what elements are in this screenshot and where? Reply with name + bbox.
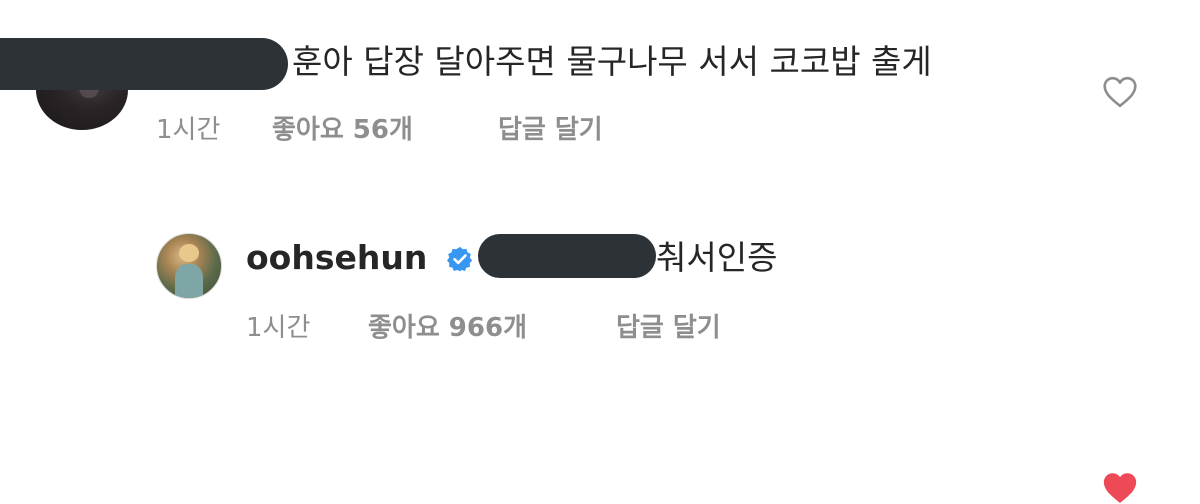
comment-item: oohsehun 춰서인증 1시간 좋아요 966개 답글 달기: [0, 200, 1200, 503]
redacted-username: [0, 38, 288, 90]
comment-meta: 1시간 좋아요 966개 답글 달기: [246, 308, 721, 348]
avatar[interactable]: [156, 233, 222, 299]
redacted-mention: [478, 234, 656, 278]
likes-count-link[interactable]: 좋아요 56개: [272, 110, 498, 150]
heart-filled-icon[interactable]: [1102, 472, 1138, 504]
reply-button[interactable]: 답글 달기: [616, 308, 721, 348]
comment-text: 훈아 답장 달아주면 물구나무 서서 코코밥 출게: [292, 42, 932, 81]
likes-count-link[interactable]: 좋아요 966개: [368, 308, 616, 348]
timestamp: 1시간: [246, 313, 311, 343]
comment-item: 훈아 답장 달아주면 물구나무 서서 코코밥 출게 1시간 좋아요 56개 답글…: [0, 0, 1200, 170]
timestamp: 1시간: [156, 115, 221, 145]
comment-meta: 1시간 좋아요 56개 답글 달기: [156, 110, 603, 150]
reply-button[interactable]: 답글 달기: [498, 110, 603, 150]
heart-outline-icon[interactable]: [1102, 76, 1138, 108]
comment-text: 춰서인증: [656, 238, 778, 277]
username-link[interactable]: oohsehun: [246, 236, 427, 280]
verified-badge-icon: [447, 246, 473, 272]
